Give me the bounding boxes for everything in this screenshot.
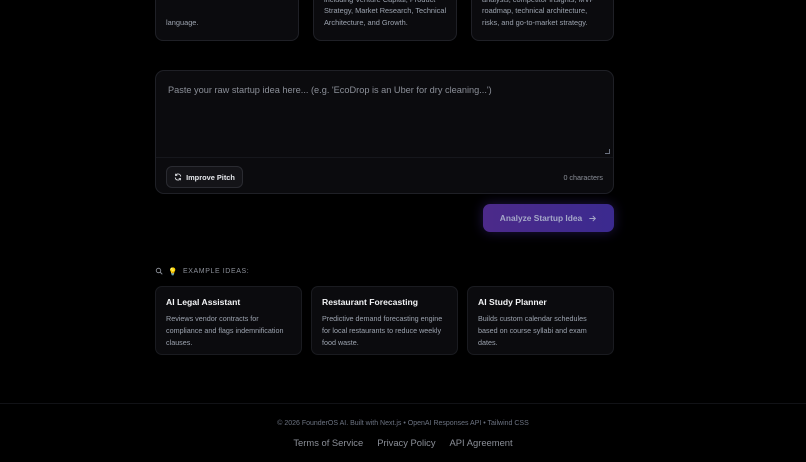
idea-input-panel: Improve Pitch 0 characters [155, 70, 614, 194]
feature-cards: language. including Venture Capital, Pro… [155, 0, 614, 41]
input-toolbar: Improve Pitch 0 characters [156, 157, 613, 193]
improve-pitch-button[interactable]: Improve Pitch [166, 166, 243, 188]
analyze-startup-idea-button[interactable]: Analyze Startup Idea [483, 204, 614, 232]
refresh-icon [174, 173, 182, 181]
example-idea-title: AI Study Planner [478, 297, 547, 307]
idea-textarea[interactable] [156, 71, 613, 157]
feature-card-text: analysis, competitor insights, MVP roadm… [482, 0, 594, 27]
feature-card-text: language. [166, 17, 199, 27]
search-icon [155, 267, 163, 275]
page-footer: © 2026 FounderOS AI. Built with Next.js … [0, 403, 806, 462]
character-count: 0 characters [563, 173, 603, 182]
copyright-text: © 2026 FounderOS AI. Built with Next.js … [277, 420, 529, 427]
feature-card: including Venture Capital, Product Strat… [313, 0, 457, 41]
page: language. including Venture Capital, Pro… [0, 0, 806, 462]
footer-links: Terms of Service Privacy Policy API Agre… [0, 437, 806, 448]
feature-card-text: including Venture Capital, Product Strat… [324, 0, 447, 27]
api-agreement-link[interactable]: API Agreement [450, 437, 513, 448]
lightbulb-icon: 💡 [168, 266, 178, 276]
example-idea-card[interactable]: Restaurant Forecasting Predictive demand… [311, 286, 458, 355]
terms-of-service-link[interactable]: Terms of Service [293, 437, 363, 448]
example-idea-description: Reviews vendor contracts for compliance … [166, 314, 284, 347]
example-idea-description: Builds custom calendar schedules based o… [478, 314, 587, 347]
feature-card: language. [155, 0, 299, 41]
analyze-button-label: Analyze Startup Idea [499, 213, 583, 223]
example-ideas-header: 💡 EXAMPLE IDEAS: [155, 266, 249, 276]
example-idea-title: Restaurant Forecasting [322, 297, 418, 307]
improve-pitch-label: Improve Pitch [186, 172, 235, 182]
resize-handle[interactable] [605, 149, 610, 154]
privacy-policy-link[interactable]: Privacy Policy [377, 437, 435, 448]
example-ideas-title: EXAMPLE IDEAS: [182, 267, 250, 275]
example-idea-description: Predictive demand forecasting engine for… [322, 314, 443, 347]
arrow-right-icon [589, 215, 596, 221]
example-idea-title: AI Legal Assistant [166, 297, 241, 307]
example-idea-card[interactable]: AI Study Planner Builds custom calendar … [467, 286, 614, 355]
feature-card: analysis, competitor insights, MVP roadm… [471, 0, 614, 41]
example-idea-card[interactable]: AI Legal Assistant Reviews vendor contra… [155, 286, 302, 355]
